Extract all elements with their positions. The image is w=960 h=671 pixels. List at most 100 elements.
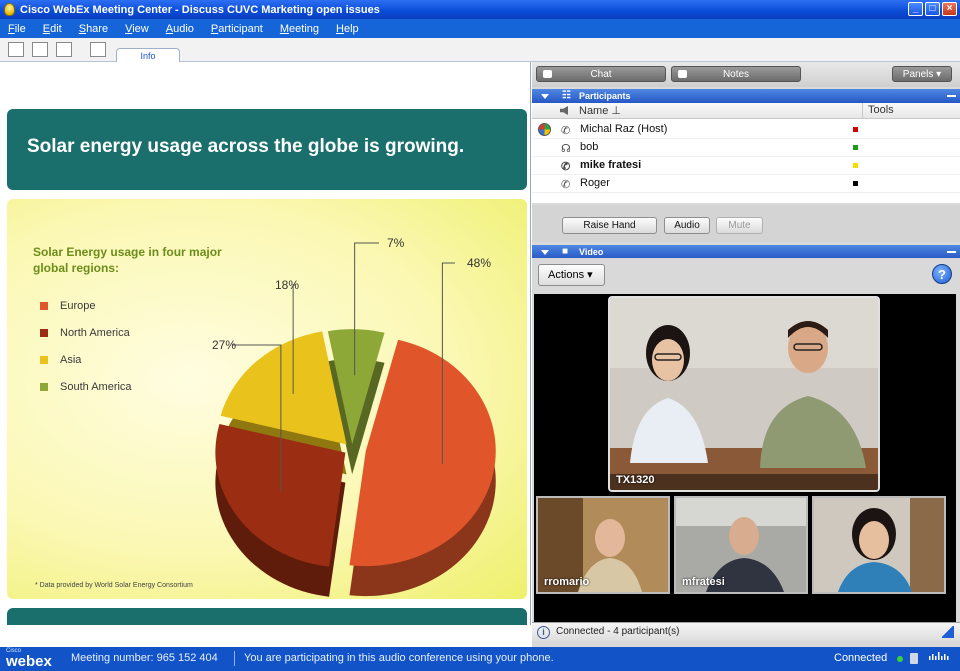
legend-swatch (40, 328, 48, 337)
connection-indicator-icon (897, 656, 903, 662)
webex-meeting-window: Cisco WebEx Meeting Center - Discuss CUV… (0, 0, 960, 671)
legend-swatch (40, 355, 48, 364)
main-video-image (610, 298, 878, 490)
help-icon[interactable]: ? (932, 264, 952, 284)
participant-row[interactable]: ✆ Roger (532, 175, 960, 193)
status-bar: Cisco webex Meeting number: 965 152 404 … (0, 647, 960, 671)
window-title: Cisco WebEx Meeting Center - Discuss CUV… (20, 3, 380, 16)
participants-header[interactable]: ☷ Participants (532, 89, 960, 103)
slide-header: Solar energy usage across the globe is g… (7, 109, 527, 190)
participant-row[interactable]: ☊ bob (532, 139, 960, 157)
connection-status: Connected - 4 participant(s) (556, 626, 680, 637)
audio-button[interactable]: Audio (664, 217, 710, 234)
new-document-icon[interactable] (8, 42, 24, 57)
phone-icon: ✆ (561, 179, 571, 191)
slide-title: Solar energy usage across the globe is g… (27, 136, 465, 157)
video-toolbar: Actions ▾ ? (532, 258, 960, 292)
video-area: TX1320 rromario mfratesi (534, 294, 956, 626)
actions-dropdown[interactable]: Actions ▾ (538, 264, 605, 286)
resize-grip-icon[interactable] (942, 626, 954, 638)
legend-item-asia: Asia (40, 346, 132, 373)
meeting-number: Meeting number: 965 152 404 (71, 652, 218, 664)
headset-icon: ☊ (561, 143, 571, 155)
slide-body: 48% 27% 18% 7% Solar Energy usage in four m… (7, 199, 527, 599)
notes-tab-button[interactable]: Notes (671, 66, 801, 82)
video-thumbnail[interactable]: mfratesi (674, 496, 808, 594)
right-panel: Chat Notes Panels ▾ ☷ Participants Name … (532, 62, 960, 647)
annotate-icon[interactable] (90, 42, 106, 57)
color-indicator (853, 145, 858, 150)
main-video-label: TX1320 (616, 474, 655, 486)
connection-label: Connected (834, 652, 888, 664)
participant-list: Name ⊥ Tools ✆ Michal Raz (Host) ☊ bob ✆… (532, 103, 960, 203)
collapse-icon[interactable] (541, 250, 549, 255)
layout-icon[interactable] (32, 42, 48, 57)
video-status-bar: i Connected - 4 participant(s) (532, 622, 960, 641)
video-header[interactable]: ■ Video (532, 245, 960, 259)
column-name[interactable]: Name ⊥ (579, 104, 621, 117)
next-slide-header (7, 608, 527, 625)
thumbnail-label: mfratesi (682, 576, 725, 588)
menu-help[interactable]: Help (336, 23, 359, 35)
menu-audio[interactable]: Audio (166, 23, 194, 35)
toolbar: Info (0, 38, 960, 63)
legend-item-north-america: North America (40, 319, 132, 346)
info-icon[interactable]: i (537, 626, 550, 639)
data-label: 18% (275, 278, 299, 292)
data-label: 7% (387, 236, 405, 250)
tab-info[interactable]: Info (116, 48, 180, 63)
participant-row[interactable]: ✆ mike fratesi (532, 157, 960, 175)
chart-title: Solar Energy usage in four major global … (33, 245, 222, 275)
raise-hand-button[interactable]: Raise Hand (562, 217, 657, 234)
legend-swatch (40, 382, 48, 391)
data-label: 27% (212, 338, 236, 352)
thumbnail-image (814, 498, 944, 592)
video-thumbnail[interactable]: rromario (536, 496, 670, 594)
video-camera-icon: ■ (562, 246, 569, 257)
menu-share[interactable]: Share (79, 23, 108, 35)
menu-file[interactable]: File (8, 23, 26, 35)
legend-item-south-america: South America (40, 373, 132, 400)
chart-legend: Europe North America Asia South America (40, 292, 132, 400)
cisco-logo-icon (929, 652, 949, 660)
main-video-feed[interactable]: TX1320 (608, 296, 880, 492)
webex-logo: webex (6, 653, 52, 670)
phone-icon: ✆ (561, 161, 571, 173)
thumbnail-label: rromario (544, 576, 590, 588)
fullscreen-icon[interactable] (56, 42, 72, 57)
minimize-panel-icon[interactable] (947, 95, 956, 97)
menu-meeting[interactable]: Meeting (280, 23, 319, 35)
menu-participant[interactable]: Participant (211, 23, 263, 35)
panel-tab-bar: Chat Notes Panels ▾ (532, 62, 960, 87)
notes-icon (678, 70, 687, 78)
close-button[interactable]: × (942, 2, 957, 16)
color-indicator (853, 127, 858, 132)
audio-status: You are participating in this audio conf… (244, 652, 554, 664)
participant-row[interactable]: ✆ Michal Raz (Host) (532, 121, 960, 139)
maximize-button[interactable]: □ (925, 2, 940, 16)
footnote: * Data provided by World Solar Energy Co… (35, 582, 193, 589)
host-globe-icon (538, 123, 551, 136)
collapse-icon[interactable] (541, 94, 549, 99)
webex-app-icon (4, 3, 15, 16)
minimize-button[interactable]: _ (908, 2, 923, 16)
participant-list-header: Name ⊥ Tools (532, 103, 960, 119)
video-thumbnail[interactable] (812, 496, 946, 594)
legend-swatch (40, 301, 48, 310)
menu-view[interactable]: View (125, 23, 149, 35)
menu-edit[interactable]: Edit (43, 23, 62, 35)
minimize-panel-icon[interactable] (947, 251, 956, 253)
mute-button[interactable]: Mute (716, 217, 763, 234)
phone-icon: ✆ (561, 125, 571, 137)
panels-button[interactable]: Panels ▾ (892, 66, 952, 82)
data-label: 48% (467, 256, 491, 270)
participants-icon: ☷ (562, 90, 571, 101)
participant-actions-bar: Raise Hand Audio Mute (532, 205, 960, 242)
chat-tab-button[interactable]: Chat (536, 66, 666, 82)
lock-icon (910, 653, 918, 664)
menu-bar: File Edit Share View Audio Participant M… (0, 19, 960, 38)
column-tools[interactable]: Tools (868, 104, 894, 116)
title-bar: Cisco WebEx Meeting Center - Discuss CUV… (0, 0, 960, 19)
speaker-icon (560, 106, 568, 115)
chat-icon (543, 70, 552, 78)
